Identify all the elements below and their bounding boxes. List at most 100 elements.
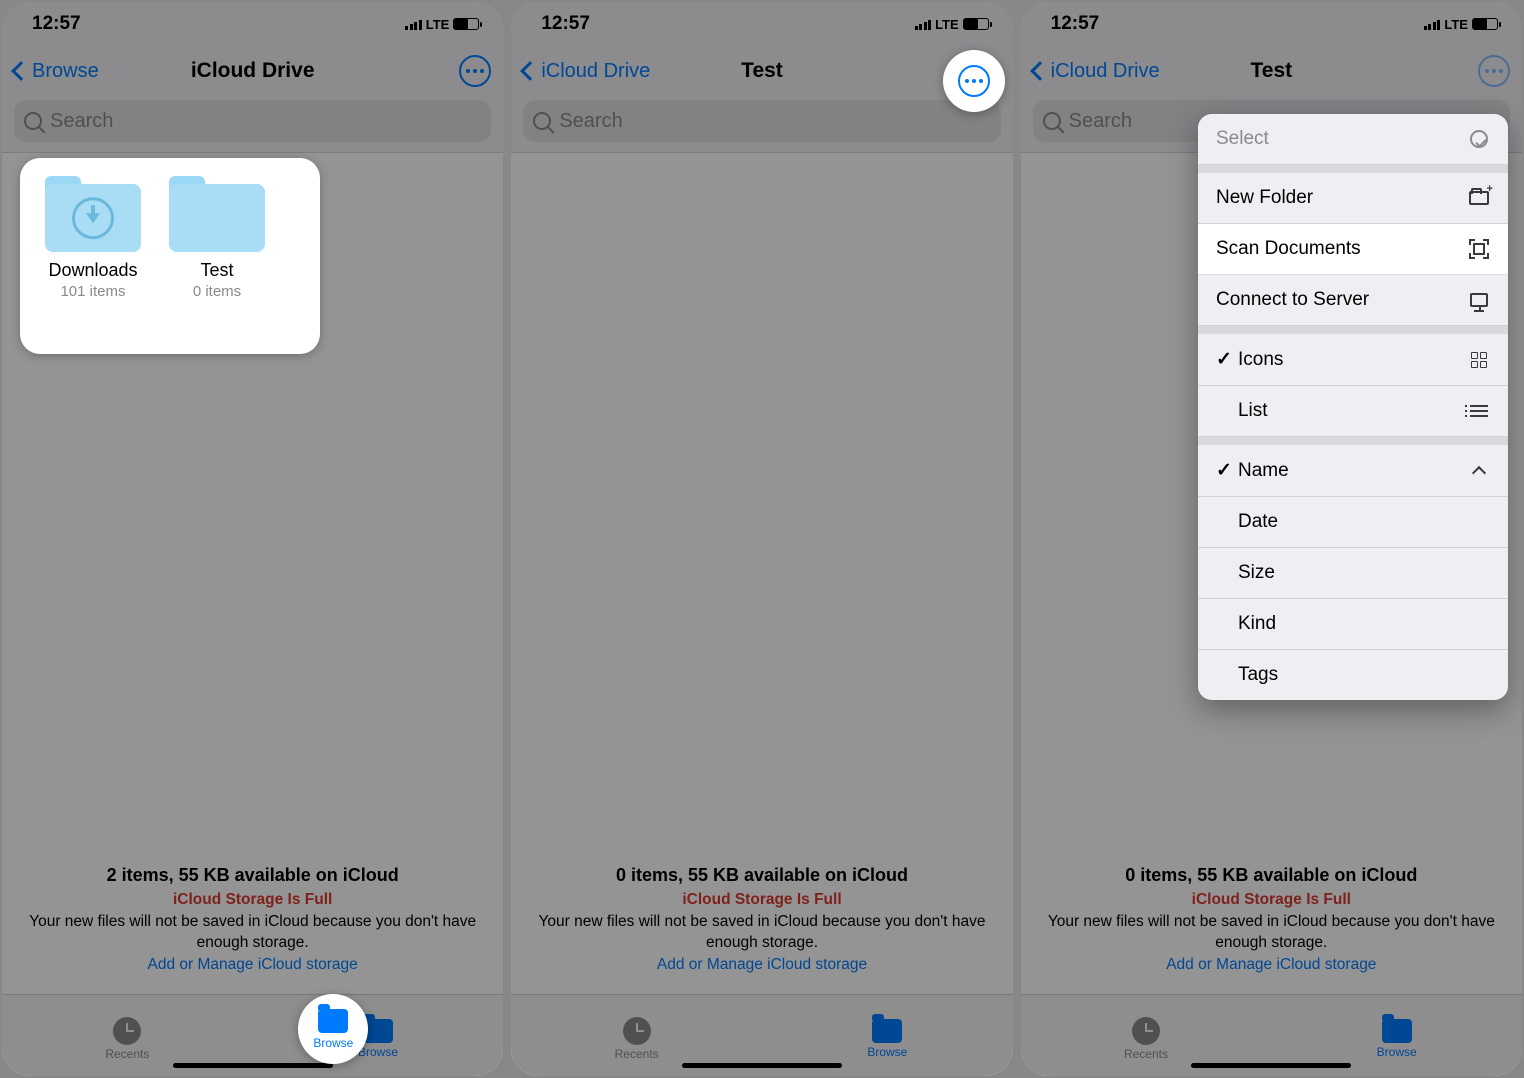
network-label: LTE xyxy=(1444,17,1468,32)
menu-scan-label: Scan Documents xyxy=(1216,238,1361,260)
clock-icon xyxy=(113,1017,141,1045)
tab-browse-label: Browse xyxy=(867,1045,907,1059)
folder-icon xyxy=(872,1019,902,1043)
menu-list-label: List xyxy=(1216,400,1268,422)
menu-sort-size[interactable]: Size xyxy=(1198,548,1508,599)
action-menu: Select New Folder Scan Documents Connect… xyxy=(1198,114,1508,700)
chevron-up-icon xyxy=(1468,460,1490,482)
tab-recents-label: Recents xyxy=(1124,1047,1168,1061)
folder-items-count: 0 items xyxy=(193,283,241,300)
menu-kind-label: Kind xyxy=(1216,613,1276,635)
select-circle-icon xyxy=(1468,128,1490,150)
search-input[interactable]: Search xyxy=(523,100,1000,142)
back-button[interactable]: Browse xyxy=(14,60,144,83)
storage-detail: Your new files will not be saved in iClo… xyxy=(1045,912,1498,954)
storage-detail: Your new files will not be saved in iClo… xyxy=(535,912,988,954)
search-icon xyxy=(24,112,42,130)
nav-bar: iCloud Drive Test xyxy=(1021,46,1522,96)
nav-bar: iCloud Drive Test xyxy=(511,46,1012,96)
menu-sort-tags[interactable]: Tags xyxy=(1198,650,1508,700)
storage-warning: iCloud Storage Is Full xyxy=(535,890,988,911)
menu-view-icons[interactable]: ✓ Icons xyxy=(1198,326,1508,386)
storage-footer: 0 items, 55 KB available on iCloud iClou… xyxy=(511,851,1012,994)
clock-icon xyxy=(623,1017,651,1045)
status-time: 12:57 xyxy=(541,13,590,35)
screen-3: 12:57 LTE iCloud Drive Test Search 0 ite… xyxy=(1021,2,1522,1076)
storage-footer: 0 items, 55 KB available on iCloud iClou… xyxy=(1021,851,1522,994)
menu-connect-label: Connect to Server xyxy=(1216,289,1369,311)
search-placeholder: Search xyxy=(559,110,622,133)
signal-icon xyxy=(405,18,422,30)
clock-icon xyxy=(1132,1017,1160,1045)
menu-name-label: Name xyxy=(1238,460,1289,481)
home-indicator[interactable] xyxy=(173,1063,333,1068)
menu-icons-label: Icons xyxy=(1238,349,1283,370)
back-button[interactable]: iCloud Drive xyxy=(1033,60,1163,83)
menu-view-list[interactable]: List xyxy=(1198,386,1508,437)
search-icon xyxy=(533,112,551,130)
storage-manage-link[interactable]: Add or Manage iCloud storage xyxy=(1045,955,1498,976)
scan-icon xyxy=(1468,238,1490,260)
status-bar: 12:57 LTE xyxy=(2,2,503,46)
battery-icon xyxy=(1472,18,1498,30)
menu-new-folder[interactable]: New Folder xyxy=(1198,165,1508,224)
folder-name: Downloads xyxy=(48,260,137,281)
chevron-left-icon xyxy=(520,61,540,81)
checkmark-icon: ✓ xyxy=(1216,348,1232,371)
back-button[interactable]: iCloud Drive xyxy=(523,60,653,83)
checkmark-icon: ✓ xyxy=(1216,459,1232,482)
menu-sort-kind[interactable]: Kind xyxy=(1198,599,1508,650)
folder-downloads[interactable]: Downloads 101 items xyxy=(38,176,148,300)
search-input[interactable]: Search xyxy=(14,100,491,142)
menu-select-label: Select xyxy=(1216,128,1269,150)
tab-browse-label: Browse xyxy=(1377,1045,1417,1059)
battery-icon xyxy=(963,18,989,30)
callout-more-button xyxy=(943,50,1005,112)
folder-icon xyxy=(1382,1019,1412,1043)
chevron-left-icon xyxy=(11,61,31,81)
menu-connect-server[interactable]: Connect to Server xyxy=(1198,275,1508,326)
download-badge-icon xyxy=(72,197,114,239)
search-icon xyxy=(1043,112,1061,130)
menu-scan-documents[interactable]: Scan Documents xyxy=(1198,224,1508,275)
list-icon xyxy=(1468,400,1490,422)
folder-test[interactable]: Test 0 items xyxy=(162,176,272,300)
more-button[interactable] xyxy=(459,55,491,87)
menu-select[interactable]: Select xyxy=(1198,114,1508,165)
network-label: LTE xyxy=(426,17,450,32)
storage-warning: iCloud Storage Is Full xyxy=(26,890,479,911)
menu-date-label: Date xyxy=(1216,511,1278,533)
new-folder-icon xyxy=(1468,187,1490,209)
grid-icon xyxy=(1468,349,1490,371)
menu-size-label: Size xyxy=(1216,562,1275,584)
status-bar: 12:57 LTE xyxy=(1021,2,1522,46)
callout-folders: Downloads 101 items Test 0 items xyxy=(20,158,320,354)
status-time: 12:57 xyxy=(32,13,81,35)
home-indicator[interactable] xyxy=(682,1063,842,1068)
home-indicator[interactable] xyxy=(1191,1063,1351,1068)
more-button[interactable] xyxy=(958,65,990,97)
screen-2: 12:57 LTE iCloud Drive Test Search 0 ite… xyxy=(511,2,1012,1076)
storage-manage-link[interactable]: Add or Manage iCloud storage xyxy=(535,955,988,976)
tab-recents-label: Recents xyxy=(615,1047,659,1061)
menu-tags-label: Tags xyxy=(1216,664,1278,686)
tab-recents-label: Recents xyxy=(105,1047,149,1061)
more-button[interactable] xyxy=(1478,55,1510,87)
folder-name: Test xyxy=(200,260,233,281)
tab-browse-label: Browse xyxy=(358,1045,398,1059)
server-icon xyxy=(1468,289,1490,311)
battery-icon xyxy=(453,18,479,30)
storage-detail: Your new files will not be saved in iClo… xyxy=(26,912,479,954)
storage-manage-link[interactable]: Add or Manage iCloud storage xyxy=(26,955,479,976)
search-placeholder: Search xyxy=(1069,110,1132,133)
menu-sort-date[interactable]: Date xyxy=(1198,497,1508,548)
content-area: 0 items, 55 KB available on iCloud iClou… xyxy=(511,152,1012,994)
back-label: iCloud Drive xyxy=(1051,60,1160,83)
status-bar: 12:57 LTE xyxy=(511,2,1012,46)
menu-sort-name[interactable]: ✓ Name xyxy=(1198,437,1508,497)
chevron-left-icon xyxy=(1030,61,1050,81)
menu-new-folder-label: New Folder xyxy=(1216,187,1313,209)
back-label: iCloud Drive xyxy=(541,60,650,83)
storage-summary: 2 items, 55 KB available on iCloud xyxy=(26,863,479,887)
tab-browse-label: Browse xyxy=(313,1036,353,1050)
